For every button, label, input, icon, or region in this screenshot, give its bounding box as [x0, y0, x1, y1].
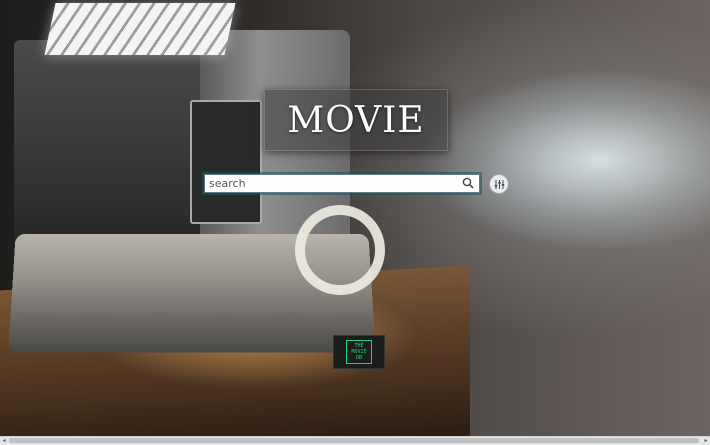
- tmdb-logo-link[interactable]: THE MOVIE DB: [333, 335, 385, 369]
- search-bar: [204, 174, 480, 193]
- projector-vent: [44, 3, 236, 55]
- sliders-icon: [494, 175, 505, 194]
- page-title: MOVIE: [287, 99, 425, 141]
- projector-panel: [190, 100, 262, 224]
- projector-lens: [295, 205, 385, 295]
- tmdb-logo-icon: THE MOVIE DB: [346, 340, 372, 364]
- scrollbar-thumb[interactable]: [9, 438, 699, 443]
- background-image: [0, 0, 710, 444]
- filter-button[interactable]: [489, 174, 509, 194]
- search-input[interactable]: [205, 176, 449, 191]
- title-box: MOVIE: [264, 89, 448, 151]
- search-icon[interactable]: [461, 176, 475, 190]
- logo-line-3: DB: [355, 355, 363, 361]
